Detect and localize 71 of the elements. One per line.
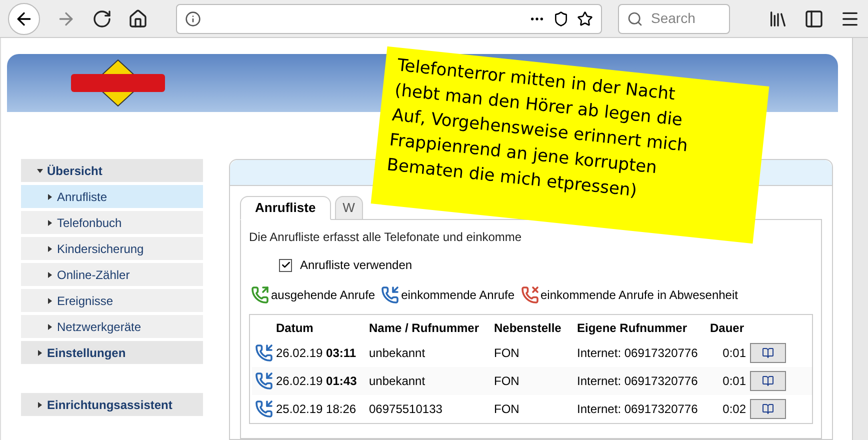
caret-icon xyxy=(47,220,53,226)
incoming-call-icon xyxy=(255,344,273,362)
table-cell: 25.02.19 18:26 xyxy=(276,402,356,416)
table-cell: FON xyxy=(494,374,520,388)
tab[interactable]: Anrufliste xyxy=(240,196,331,220)
tab[interactable]: W xyxy=(334,196,363,220)
sidebar-icon[interactable] xyxy=(804,8,824,28)
column-header: Name / Rufnummer xyxy=(369,321,480,335)
legend-label: einkommende Anrufe xyxy=(401,287,514,304)
table-cell: 06975510133 xyxy=(369,402,442,416)
outgoing-call-icon xyxy=(251,286,269,304)
column-header: Datum xyxy=(276,321,314,335)
legend-label: einkommende Anrufe in Abwesenheit xyxy=(540,287,738,304)
checkbox-label: Anrufliste verwenden xyxy=(300,257,412,274)
incoming-call-icon xyxy=(255,400,273,418)
table-cell: 0:01 xyxy=(722,346,746,360)
incoming-call-icon xyxy=(381,286,400,304)
phonebook-button[interactable] xyxy=(750,371,786,391)
incoming-call-icon xyxy=(255,372,273,390)
search-icon xyxy=(627,10,643,26)
collapsed-caret-icon xyxy=(37,350,43,356)
table-cell: 0:02 xyxy=(722,402,746,416)
column-header: Eigene Rufnummer xyxy=(577,321,688,335)
missed-call-icon xyxy=(520,286,538,304)
caret-icon xyxy=(47,324,53,330)
table-cell: 0:01 xyxy=(722,374,746,388)
back-button[interactable] xyxy=(8,2,40,34)
checkbox[interactable] xyxy=(279,258,292,272)
phonebook-button[interactable] xyxy=(750,399,786,419)
sidebar-item[interactable]: Kindersicherung xyxy=(21,237,203,260)
expanded-caret-icon xyxy=(37,168,43,174)
table-cell: Internet: 06917320776 xyxy=(577,374,698,388)
table-cell: unbekannt xyxy=(369,346,426,360)
caret-icon xyxy=(47,298,53,304)
home-icon[interactable] xyxy=(128,8,148,28)
table-cell: 26.02.19 03:11 xyxy=(276,346,356,360)
table-cell: Internet: 06917320776 xyxy=(577,402,698,416)
search-field[interactable]: Search xyxy=(618,4,730,34)
search-input[interactable]: Search xyxy=(651,8,721,29)
table-cell: 26.02.19 01:43 xyxy=(276,374,357,388)
star-icon[interactable] xyxy=(577,10,593,26)
reload-icon[interactable] xyxy=(92,8,112,28)
caret-icon xyxy=(47,194,53,200)
sidebar-item[interactable]: Online-Zähler xyxy=(21,263,203,286)
sidebar-item[interactable]: Anrufliste xyxy=(21,185,203,208)
info-icon[interactable] xyxy=(185,10,201,26)
sidebar-group[interactable]: Einstellungen xyxy=(21,341,203,364)
sidebar-group[interactable]: Übersicht xyxy=(21,159,203,182)
table-cell: FON xyxy=(494,402,520,416)
sidebar-item[interactable]: Netzwerkgeräte xyxy=(21,315,203,338)
table-cell: Internet: 06917320776 xyxy=(577,346,698,360)
caret-icon xyxy=(47,246,53,252)
book-icon xyxy=(760,375,776,387)
shield-icon[interactable] xyxy=(553,10,569,26)
caret-icon xyxy=(47,272,53,278)
sidebar-item[interactable]: Telefonbuch xyxy=(21,211,203,234)
check-icon xyxy=(280,260,290,270)
description-text: Die Anrufliste erfasst alle Telefonate und einkomme xyxy=(249,229,523,246)
book-icon xyxy=(760,347,776,359)
library-icon[interactable] xyxy=(768,8,788,28)
legend-label: ausgehende Anrufe xyxy=(271,287,376,304)
column-header: Nebenstelle xyxy=(494,321,562,335)
phonebook-button[interactable] xyxy=(750,343,786,363)
sidebar-item[interactable]: Ereignisse xyxy=(21,289,203,312)
scrollbar[interactable] xyxy=(852,38,868,440)
table-cell: FON xyxy=(494,346,520,360)
book-icon xyxy=(760,403,776,415)
table-cell: unbekannt xyxy=(369,374,426,388)
sidebar-group[interactable]: Einrichtungsassistent xyxy=(21,393,203,416)
collapsed-caret-icon xyxy=(37,402,43,408)
column-header: Dauer xyxy=(710,321,744,335)
